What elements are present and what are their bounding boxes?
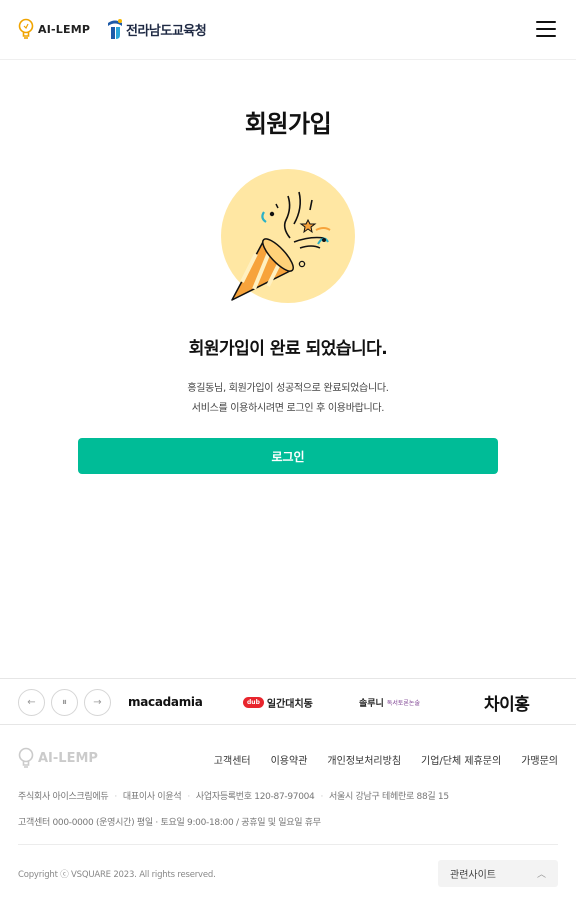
chaihong-logo-text: 차이홍 xyxy=(484,694,530,715)
chevron-up-icon: ︿ xyxy=(536,870,546,880)
arrow-left-icon[interactable]: ← xyxy=(18,689,45,716)
company-info: 주식회사 아이스크림에듀 · 대표이사 이윤석 · 사업자등록번호 120-87-970… xyxy=(18,792,449,802)
hamburger-menu-icon[interactable] xyxy=(536,20,556,38)
header: AI-LEMP 전라남도교육청 xyxy=(0,0,576,60)
ilgan-daechidong-logo-text: 일간대치동 xyxy=(266,698,313,710)
footer-link-privacy-policy[interactable]: 개인정보처리방침 xyxy=(327,752,401,767)
ai-lemp-logo-text: AI-LEMP xyxy=(38,22,91,36)
lightbulb-icon xyxy=(18,747,34,768)
business-number: 사업자등록번호 120-87-97004 xyxy=(195,792,315,802)
ai-lemp-logo[interactable]: AI-LEMP xyxy=(18,18,90,40)
lightbulb-icon xyxy=(18,18,34,39)
footer-logo: AI-LEMP xyxy=(18,746,98,770)
footer-logo-text: AI-LEMP xyxy=(38,750,98,766)
partner-solruni[interactable]: 솔루니 독서토론논술 xyxy=(359,691,420,713)
jeonnam-office-logo[interactable]: 전라남도교육청 xyxy=(107,17,207,41)
copyright: Copyright ⓒ VSQUARE 2023. All rights res… xyxy=(18,870,216,880)
partner-chaihong[interactable]: 차이홍 xyxy=(484,691,530,715)
login-button[interactable]: 로그인 xyxy=(78,438,498,474)
company-name: 주식회사 아이스크림에듀 xyxy=(18,792,109,802)
dub-badge: dub xyxy=(243,696,264,708)
company-address: 서울시 강남구 테헤란로 88길 15 xyxy=(329,792,449,802)
signup-complete-message: 홍길동님, 회원가입이 성공적으로 완료되었습니다. xyxy=(187,383,389,394)
education-office-emblem-icon xyxy=(108,19,122,39)
company-ceo: 대표이사 이윤석 xyxy=(122,792,182,802)
footer-links: 고객센터 이용약관 개인정보처리방침 기업/단체 제휴문의 가맹문의 xyxy=(214,752,558,767)
macadamia-logo-text: macadamia xyxy=(128,695,203,709)
pause-icon[interactable]: ⏸ xyxy=(51,689,78,716)
partner-ilgan-daechidong[interactable]: dub 일간대치동 xyxy=(243,691,313,713)
footer-link-franchise[interactable]: 가맹문의 xyxy=(521,752,558,767)
partner-banner: ← ⏸ → macadamia dub 일간대치동 솔루니 독서토론논술 차이홍 xyxy=(0,678,576,725)
partner-macadamia[interactable]: macadamia xyxy=(128,691,203,713)
related-sites-select[interactable]: 관련사이트 ︿ xyxy=(438,860,558,887)
solruni-subtitle: 독서토론논술 xyxy=(386,699,420,707)
arrow-right-icon[interactable]: → xyxy=(84,689,111,716)
solruni-logo-text: 솔루니 xyxy=(359,698,384,709)
page-title: 회원가입 xyxy=(244,110,332,138)
footer-link-terms[interactable]: 이용약관 xyxy=(271,752,308,767)
login-guide-message: 서비스를 이용하시려면 로그인 후 이용바랍니다. xyxy=(191,403,385,414)
footer-divider xyxy=(18,844,558,845)
party-popper-icon xyxy=(221,169,355,303)
footer-link-customer-center[interactable]: 고객센터 xyxy=(214,752,251,767)
customer-center-hours: 고객센터 000-0000 (운영시간) 평일 · 토요일 9:00-18:00… xyxy=(18,818,321,828)
signup-complete-title: 회원가입이 완료 되었습니다. xyxy=(188,339,388,359)
footer-link-partnership[interactable]: 기업/단체 제휴문의 xyxy=(421,752,501,767)
education-office-name: 전라남도교육청 xyxy=(126,23,207,39)
related-sites-label: 관련사이트 xyxy=(450,870,496,881)
